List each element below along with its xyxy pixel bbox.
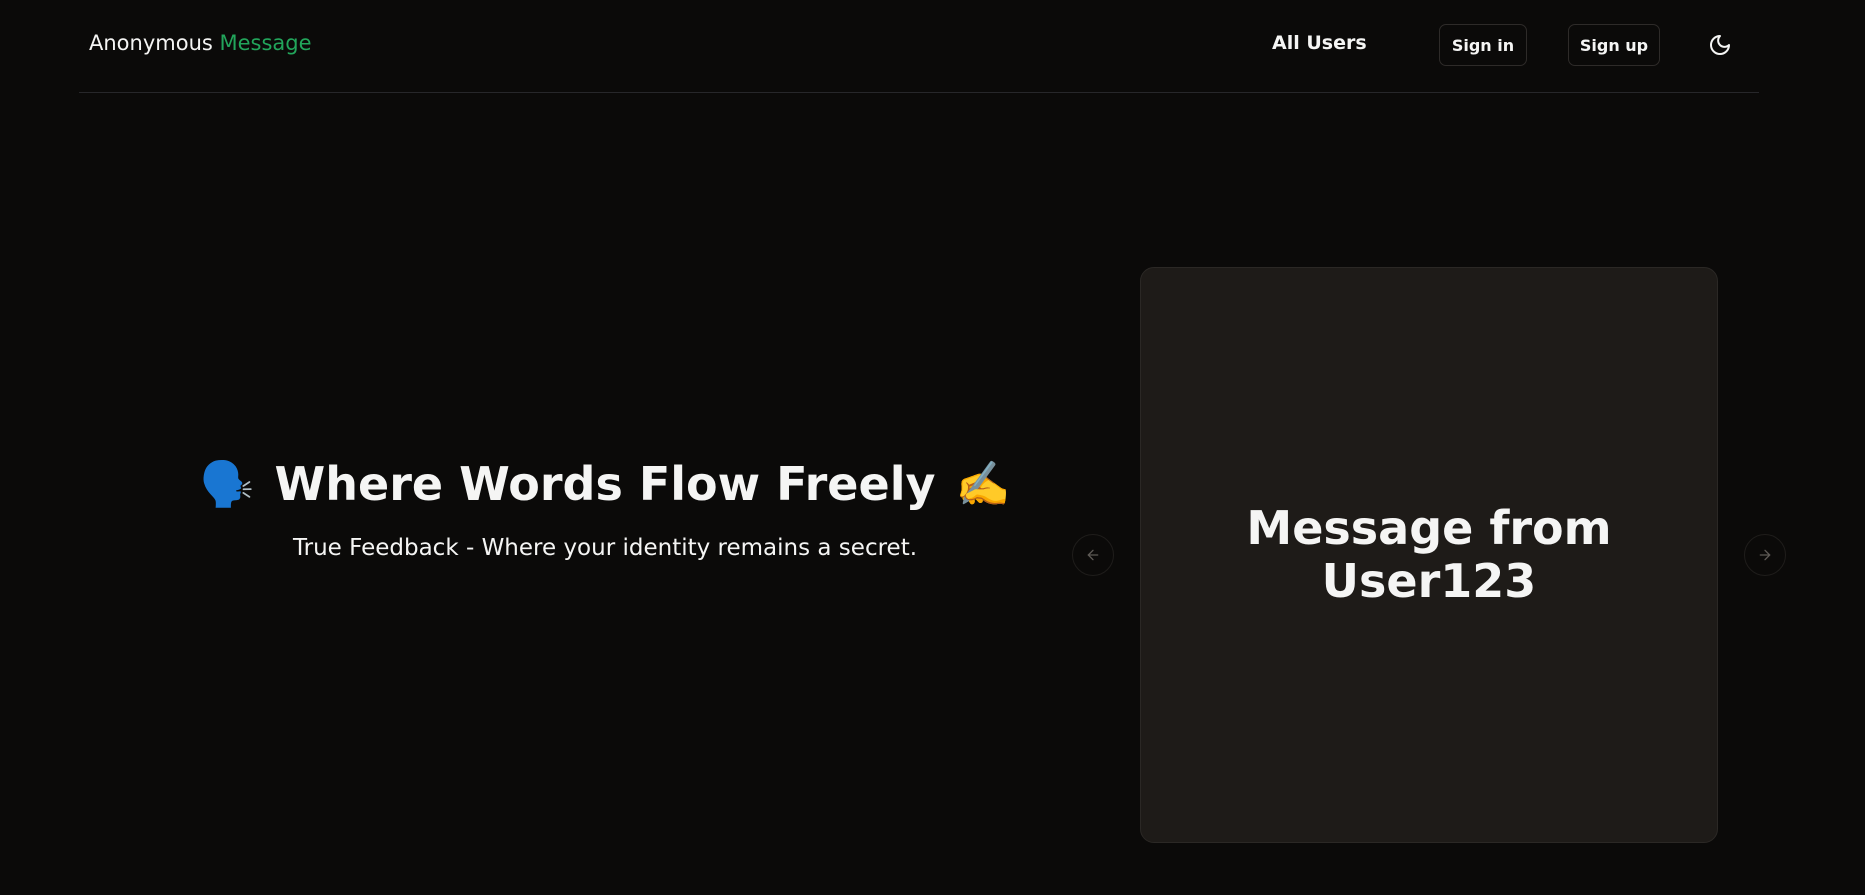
brand-logo[interactable]: Anonymous Message: [89, 31, 312, 55]
carousel-next-button[interactable]: [1744, 534, 1786, 576]
message-card-text: Message from User123: [1246, 501, 1612, 608]
hero-subtitle: True Feedback - Where your identity rema…: [292, 535, 918, 561]
sign-in-button[interactable]: Sign in: [1439, 24, 1527, 66]
moon-icon: [1710, 35, 1730, 55]
all-users-link[interactable]: All Users: [1272, 32, 1367, 54]
hero-title: 🗣️ Where Words Flow Freely ✍️: [199, 455, 1011, 513]
theme-toggle-button[interactable]: [1705, 30, 1735, 60]
message-card: Message from User123: [1140, 267, 1718, 843]
hero-title-text: Where Words Flow Freely: [274, 457, 936, 511]
writing-hand-icon: ✍️: [955, 459, 1011, 510]
arrow-right-icon: [1759, 549, 1771, 561]
speaking-head-icon: 🗣️: [199, 459, 255, 510]
carousel-previous-button[interactable]: [1072, 534, 1114, 576]
brand-prefix: Anonymous: [89, 31, 213, 55]
brand-accent: Message: [219, 31, 312, 55]
navbar: Anonymous Message All Users Sign in Sign…: [79, 0, 1759, 93]
hero-section: 🗣️ Where Words Flow Freely ✍️ True Feedb…: [199, 455, 1011, 584]
arrow-left-icon: [1087, 549, 1099, 561]
sign-up-button[interactable]: Sign up: [1568, 24, 1660, 66]
